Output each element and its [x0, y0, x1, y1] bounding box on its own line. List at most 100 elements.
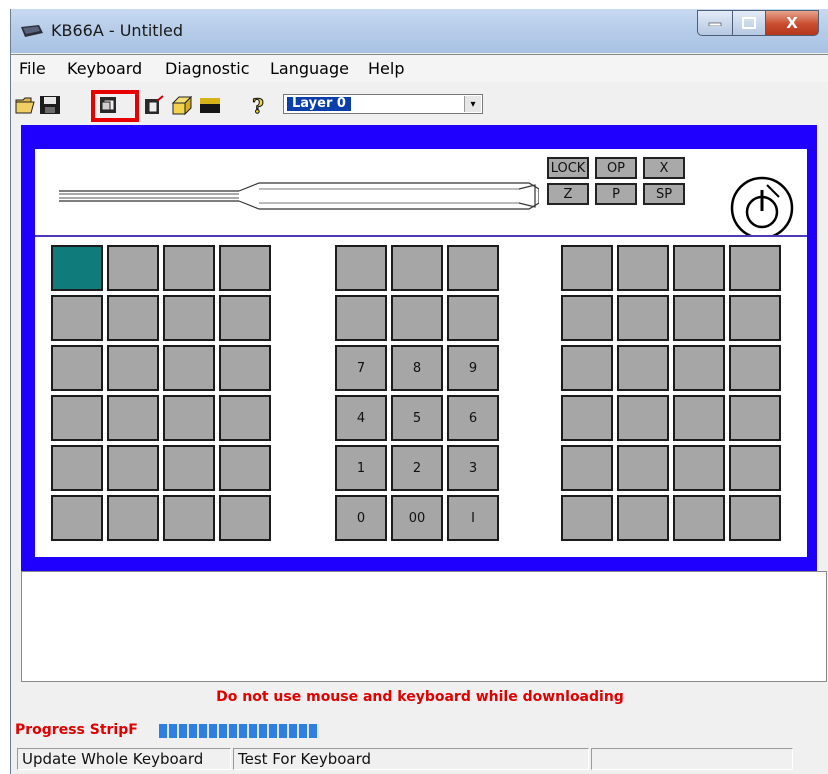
- z-button[interactable]: Z: [547, 183, 589, 205]
- left-block-key[interactable]: [107, 245, 159, 291]
- keypad-key[interactable]: 4: [335, 395, 387, 441]
- keypad-key[interactable]: 6: [447, 395, 499, 441]
- keypad-key[interactable]: [447, 245, 499, 291]
- left-block-key[interactable]: [219, 295, 271, 341]
- right-block-key[interactable]: [561, 495, 613, 541]
- right-block-key[interactable]: [561, 345, 613, 391]
- log-area[interactable]: [21, 571, 827, 682]
- keypad-key[interactable]: [391, 295, 443, 341]
- right-block-key[interactable]: [729, 245, 781, 291]
- window-controls: X: [697, 10, 819, 36]
- keypad-key[interactable]: 8: [391, 345, 443, 391]
- keypad-key[interactable]: 1: [335, 445, 387, 491]
- right-block-key[interactable]: [673, 495, 725, 541]
- left-block-key[interactable]: [163, 345, 215, 391]
- left-block-key[interactable]: [107, 445, 159, 491]
- right-block-key[interactable]: [673, 445, 725, 491]
- status-empty: [591, 748, 793, 770]
- p-button[interactable]: P: [595, 183, 637, 205]
- bar-icon[interactable]: [199, 95, 221, 115]
- left-block-key[interactable]: [219, 345, 271, 391]
- left-block-key[interactable]: [163, 245, 215, 291]
- help-icon[interactable]: ?: [247, 95, 269, 115]
- keypad-key[interactable]: [447, 295, 499, 341]
- close-button[interactable]: X: [766, 10, 819, 36]
- right-block-key[interactable]: [729, 395, 781, 441]
- toolbar: ? Layer 0 ▾: [11, 84, 828, 124]
- progress-bar: [159, 722, 319, 740]
- right-block-key[interactable]: [561, 445, 613, 491]
- right-block-key[interactable]: [673, 295, 725, 341]
- left-block-key[interactable]: [219, 495, 271, 541]
- left-block-key[interactable]: [107, 295, 159, 341]
- title-bar[interactable]: KB66A - Untitled X: [11, 9, 828, 53]
- keypad-key[interactable]: 7: [335, 345, 387, 391]
- keypad-key[interactable]: 2: [391, 445, 443, 491]
- right-block-key[interactable]: [561, 395, 613, 441]
- x-button[interactable]: X: [643, 157, 685, 179]
- menu-language[interactable]: Language: [270, 59, 349, 78]
- left-block-key[interactable]: [163, 445, 215, 491]
- layer-select[interactable]: Layer 0 ▾: [283, 94, 483, 114]
- maximize-button[interactable]: [733, 10, 766, 36]
- menu-file[interactable]: File: [19, 59, 46, 78]
- keypad-key[interactable]: 00: [391, 495, 443, 541]
- 3d-box-icon[interactable]: [171, 95, 193, 115]
- op-button[interactable]: OP: [595, 157, 637, 179]
- right-block-key[interactable]: [617, 495, 669, 541]
- right-block-key[interactable]: [617, 295, 669, 341]
- minimize-button[interactable]: [697, 10, 733, 36]
- sp-button[interactable]: SP: [643, 183, 685, 205]
- svg-text:?: ?: [252, 95, 264, 115]
- app-window: KB66A - Untitled X File Keyboard Diagnos…: [10, 9, 828, 774]
- keypad-key[interactable]: 9: [447, 345, 499, 391]
- right-block-key[interactable]: [729, 295, 781, 341]
- keypad-key[interactable]: [335, 245, 387, 291]
- paste-layer-icon[interactable]: [143, 95, 165, 115]
- right-block-key[interactable]: [673, 345, 725, 391]
- keypad-key[interactable]: [335, 295, 387, 341]
- right-block-key[interactable]: [729, 345, 781, 391]
- right-block-key[interactable]: [673, 245, 725, 291]
- left-block-key[interactable]: [51, 295, 103, 341]
- right-block-key[interactable]: [617, 245, 669, 291]
- right-block-key[interactable]: [561, 245, 613, 291]
- chevron-down-icon[interactable]: ▾: [464, 96, 481, 112]
- right-block-key[interactable]: [617, 445, 669, 491]
- right-block-key[interactable]: [617, 395, 669, 441]
- menu-keyboard[interactable]: Keyboard: [67, 59, 142, 78]
- keypad-key[interactable]: 3: [447, 445, 499, 491]
- left-block-key[interactable]: [163, 395, 215, 441]
- keypad-key[interactable]: 0: [335, 495, 387, 541]
- left-block-key[interactable]: [163, 495, 215, 541]
- left-block-key[interactable]: [51, 395, 103, 441]
- left-block-key[interactable]: [51, 345, 103, 391]
- right-block-key[interactable]: [617, 345, 669, 391]
- left-block-key[interactable]: [219, 445, 271, 491]
- left-block-key[interactable]: [163, 295, 215, 341]
- left-block-key[interactable]: [107, 395, 159, 441]
- right-block-key[interactable]: [673, 395, 725, 441]
- lock-button[interactable]: LOCK: [547, 157, 589, 179]
- keypad-key[interactable]: I: [447, 495, 499, 541]
- save-icon[interactable]: [39, 95, 61, 115]
- right-block-key[interactable]: [729, 495, 781, 541]
- keypad-key[interactable]: 5: [391, 395, 443, 441]
- right-block-key[interactable]: [729, 445, 781, 491]
- power-icon[interactable]: [727, 175, 797, 241]
- left-block-key[interactable]: [107, 495, 159, 541]
- left-block-key[interactable]: [51, 495, 103, 541]
- left-block-key[interactable]: [51, 445, 103, 491]
- menu-help[interactable]: Help: [368, 59, 404, 78]
- left-block-key[interactable]: [219, 395, 271, 441]
- status-bar: Update Whole Keyboard Test For Keyboard: [11, 745, 828, 773]
- keypad-key[interactable]: [391, 245, 443, 291]
- window-title: KB66A - Untitled: [51, 21, 184, 40]
- left-block-key[interactable]: [219, 245, 271, 291]
- keyboard-key-grid: 7 8 9 4 5 6 1 2 3 0 00 I: [35, 237, 807, 557]
- selected-key[interactable]: [51, 245, 103, 291]
- right-block-key[interactable]: [561, 295, 613, 341]
- open-icon[interactable]: [15, 95, 37, 115]
- left-block-key[interactable]: [107, 345, 159, 391]
- menu-diagnostic[interactable]: Diagnostic: [165, 59, 250, 78]
